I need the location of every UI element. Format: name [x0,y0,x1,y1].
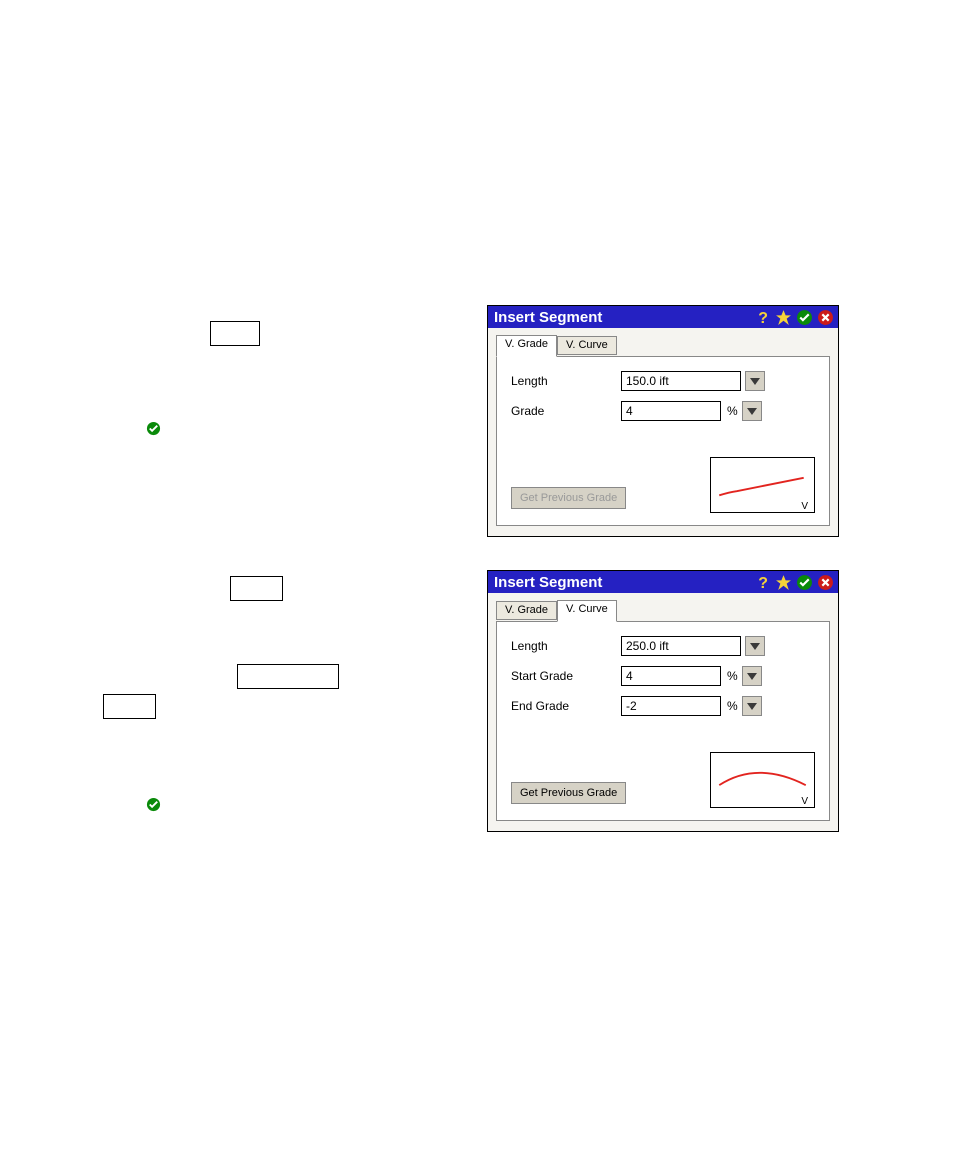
length-label: Length [511,639,621,653]
insert-segment-dialog-curve: Insert Segment ? V. Grade V. Curve Lengt… [487,570,839,832]
percent-label: % [727,669,738,683]
length-input[interactable] [621,636,741,656]
grade-label: Grade [511,404,621,418]
percent-label: % [727,404,738,418]
percent-label: % [727,699,738,713]
hint-box-3 [103,694,156,719]
end-grade-dropdown[interactable] [742,696,762,716]
close-icon[interactable] [817,574,834,591]
get-previous-grade-button[interactable]: Get Previous Grade [511,487,626,509]
start-grade-label: Start Grade [511,669,621,683]
preview-box: V [710,752,815,808]
tab-v-grade[interactable]: V. Grade [496,335,557,357]
star-icon[interactable] [775,574,792,591]
length-dropdown[interactable] [745,636,765,656]
hint-box-1 [210,321,260,346]
start-grade-dropdown[interactable] [742,666,762,686]
get-previous-grade-button[interactable]: Get Previous Grade [511,782,626,804]
grade-input[interactable] [621,401,721,421]
length-input[interactable] [621,371,741,391]
star-icon[interactable] [775,309,792,326]
end-grade-input[interactable] [621,696,721,716]
svg-text:?: ? [758,309,768,325]
length-label: Length [511,374,621,388]
title-bar: Insert Segment ? [488,571,838,593]
apply-icon[interactable] [796,309,813,326]
end-grade-label: End Grade [511,699,621,713]
start-grade-input[interactable] [621,666,721,686]
insert-segment-dialog-grade: Insert Segment ? V. Grade V. Curve Lengt… [487,305,839,537]
dialog-body: V. Grade V. Curve Length Start Grade % E… [488,593,838,831]
hint-box-4 [237,664,339,689]
preview-box: V [710,457,815,513]
help-icon[interactable]: ? [754,309,771,326]
preview-letter: V [801,501,808,512]
close-icon[interactable] [817,309,834,326]
tab-content-curve: Length Start Grade % End Grade % Get Pre… [496,621,830,821]
title-bar: Insert Segment ? [488,306,838,328]
svg-text:?: ? [758,574,768,590]
check-icon-1 [146,421,161,436]
grade-dropdown[interactable] [742,401,762,421]
length-dropdown[interactable] [745,371,765,391]
tab-v-grade[interactable]: V. Grade [496,601,557,620]
check-icon-2 [146,797,161,812]
dialog-title: Insert Segment [494,309,602,326]
hint-box-2 [230,576,283,601]
tab-content-grade: Length Grade % Get Previous Grade V [496,356,830,526]
help-icon[interactable]: ? [754,574,771,591]
dialog-body: V. Grade V. Curve Length Grade % Get Pre… [488,328,838,536]
tab-v-curve[interactable]: V. Curve [557,336,617,355]
tab-v-curve[interactable]: V. Curve [557,600,617,622]
apply-icon[interactable] [796,574,813,591]
preview-letter: V [801,796,808,807]
dialog-title: Insert Segment [494,574,602,591]
